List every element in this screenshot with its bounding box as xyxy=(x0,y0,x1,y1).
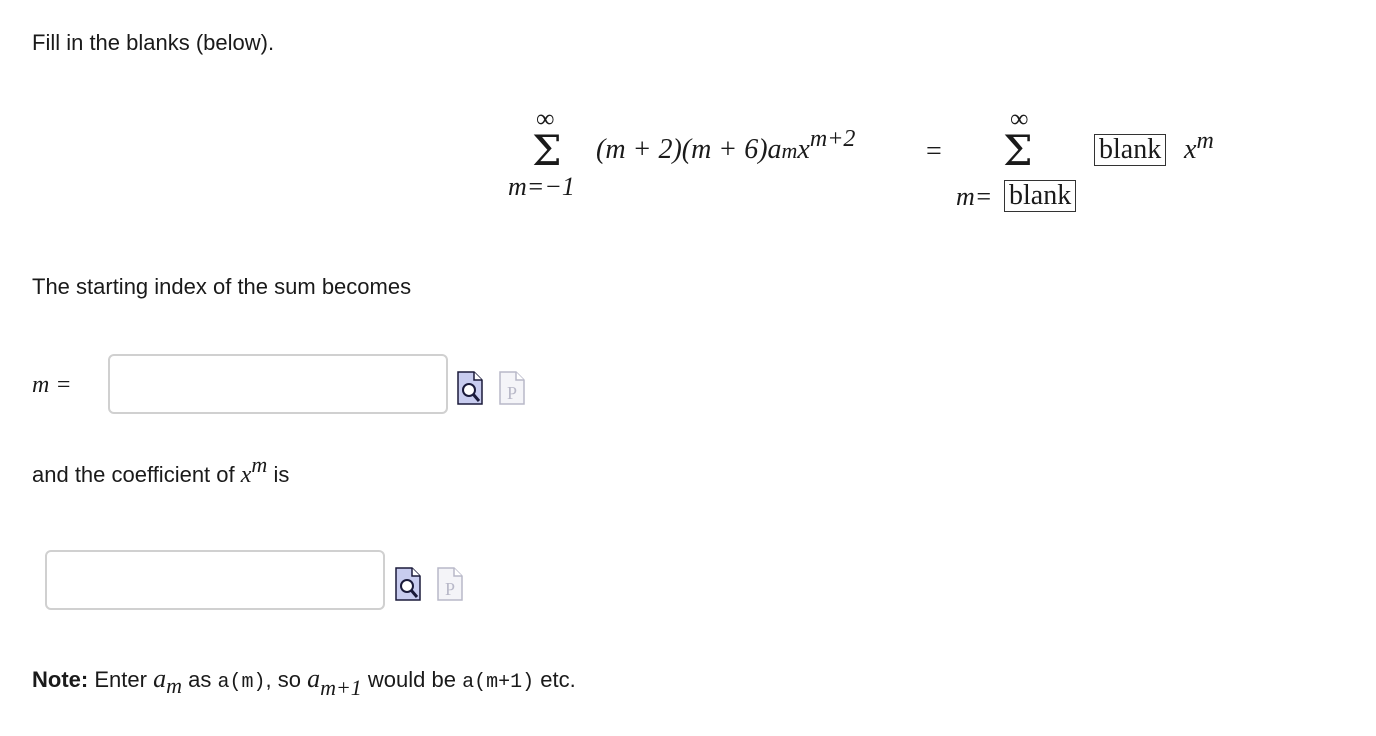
lhs-term: (m + 2)(m + 6)amxm+2 xyxy=(596,126,855,166)
note-am-sub: m xyxy=(166,673,182,698)
equation-editor-icon[interactable] xyxy=(394,566,422,602)
note-t5: etc. xyxy=(540,667,576,692)
coefficient-prompt: and the coefficient of xm is xyxy=(32,452,290,489)
note-am1-base: a xyxy=(307,664,321,693)
m-label: m = xyxy=(32,372,72,398)
note-am1: am+1 xyxy=(307,664,362,700)
equals-sign: = xyxy=(926,136,942,167)
lhs-sigma: Σ xyxy=(532,126,562,175)
note-am-base: a xyxy=(153,664,167,693)
coefficient-blank: blank xyxy=(1094,134,1167,166)
rhs-lower-prefix: m= xyxy=(956,182,993,211)
rhs-var: xm xyxy=(1184,128,1214,166)
lhs-lower-limit: m=−1 xyxy=(508,172,575,201)
note-code1: a(m) xyxy=(217,671,266,694)
note-code2: a(m+1) xyxy=(462,671,535,694)
equation-editor-icon[interactable] xyxy=(456,370,484,406)
prompt-text: Fill in the blanks (below). xyxy=(32,30,275,55)
note-t2: as xyxy=(188,667,212,692)
preview-icon[interactable]: P xyxy=(436,566,464,602)
coef-text-after: is xyxy=(273,462,290,487)
coef-var-x: x xyxy=(240,462,252,488)
start-index-input[interactable] xyxy=(108,354,448,414)
note-t4: would be xyxy=(367,667,456,692)
rhs-exponent: m xyxy=(1196,128,1214,154)
note-t3: , so xyxy=(265,667,301,692)
lhs-exponent: m+2 xyxy=(809,126,856,152)
rhs-var-x: x xyxy=(1184,134,1197,165)
note-am1-sub: m+1 xyxy=(320,675,362,700)
lhs-sub: m xyxy=(781,138,798,163)
note-label: Note: xyxy=(32,667,89,692)
note-t1: Enter xyxy=(94,667,147,692)
svg-text:P: P xyxy=(507,383,517,403)
lhs-var: x xyxy=(797,134,810,165)
rhs-sigma: Σ xyxy=(1003,126,1033,175)
svg-text:P: P xyxy=(445,579,455,599)
lhs-term-text: (m + 2)(m + 6)a xyxy=(596,134,782,165)
coef-exp: m xyxy=(251,452,268,477)
start-index-text: The starting index of the sum becomes xyxy=(32,274,412,299)
coefficient-input[interactable] xyxy=(45,550,385,610)
note-text: Note: Enter am as a(m), so am+1 would be… xyxy=(32,664,576,700)
preview-icon[interactable]: P xyxy=(498,370,526,406)
note-am: am xyxy=(153,664,182,698)
coef-text-before: and the coefficient of xyxy=(32,462,235,487)
rhs-lower-blank: blank xyxy=(1004,180,1077,212)
coef-var: xm xyxy=(240,452,268,488)
